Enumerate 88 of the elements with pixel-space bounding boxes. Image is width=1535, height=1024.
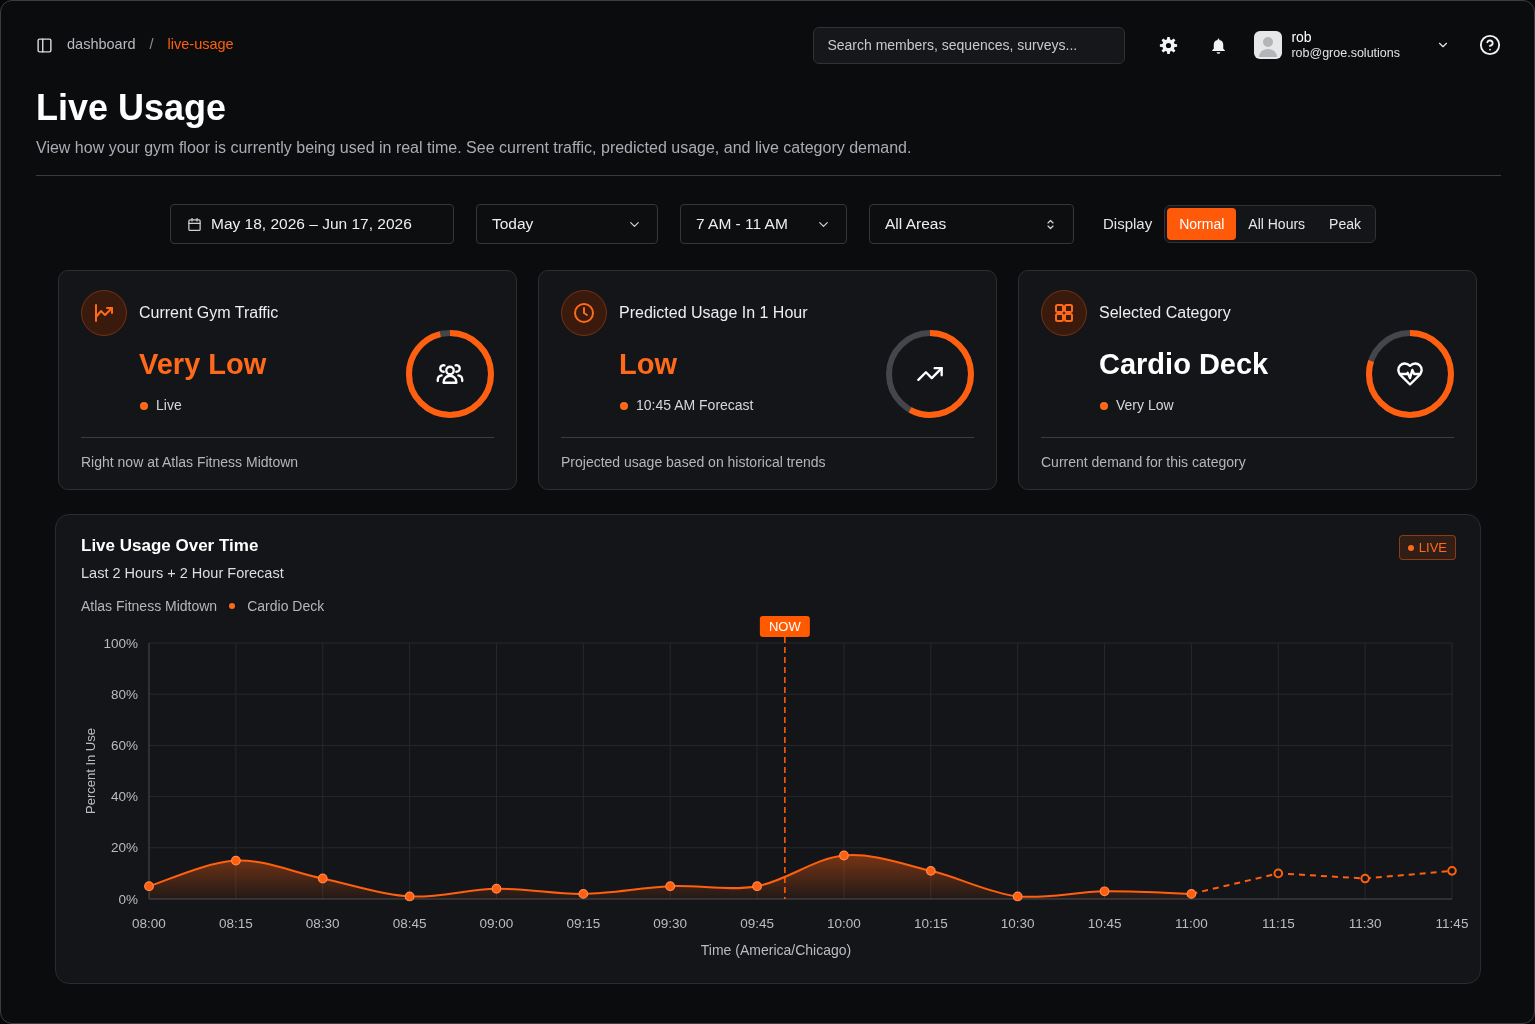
card-value: Cardio Deck <box>1099 347 1269 382</box>
breadcrumb-link[interactable]: live-usage <box>167 34 234 56</box>
card-title: Predicted Usage In 1 Hour <box>619 303 808 323</box>
y-axis-tick-label: 0% <box>118 891 138 907</box>
line-chart-icon <box>81 290 127 336</box>
card-status: Very Low <box>1116 396 1174 415</box>
x-axis-tick-label: 09:15 <box>566 916 601 931</box>
heart-pulse-icon <box>1396 360 1424 388</box>
card-title: Selected Category <box>1099 303 1231 323</box>
data-point <box>752 881 762 892</box>
card-status: Live <box>156 396 182 415</box>
display-label: Display <box>1103 213 1153 234</box>
chart-subtitle: Last 2 Hours + 2 Hour Forecast <box>81 564 285 583</box>
now-label: NOW <box>759 616 810 637</box>
y-axis-tick-label: 80% <box>110 686 138 702</box>
x-axis-tick-label: 09:45 <box>740 916 774 931</box>
data-point <box>578 889 589 899</box>
toggle-option[interactable]: Peak <box>1317 208 1373 240</box>
date-range-button[interactable]: May 18, 2026 – Jun 17, 2026 <box>170 204 454 244</box>
y-axis-tick-label: 100% <box>103 635 138 651</box>
live-dot-icon <box>1407 544 1414 551</box>
y-axis-tick-label: 60% <box>110 737 138 753</box>
chart-title: Live Usage Over Time <box>81 535 260 557</box>
sidebar-toggle-icon[interactable] <box>36 36 53 54</box>
y-axis-tick-label: 40% <box>110 789 138 805</box>
calendar-icon <box>187 216 202 232</box>
location-label: Atlas Fitness Midtown <box>81 597 218 616</box>
card-status: 10:45 AM Forecast <box>636 396 754 415</box>
legend-dot-icon <box>229 603 236 609</box>
settings-icon[interactable] <box>1159 35 1179 55</box>
data-point <box>144 881 154 892</box>
x-axis-tick-label: 08:30 <box>305 916 340 931</box>
x-axis-tick-label: 10:15 <box>913 916 948 931</box>
clock-icon <box>561 290 607 336</box>
user-name: rob <box>1291 29 1313 46</box>
x-axis-tick-label: 08:00 <box>132 916 166 931</box>
data-point <box>1186 889 1197 899</box>
select-field[interactable]: All Areas <box>869 204 1074 244</box>
user-email: rob@groe.solutions <box>1291 45 1400 61</box>
x-axis-tick-label: 10:30 <box>1000 916 1035 931</box>
forecast-point <box>1273 868 1284 879</box>
card-title: Current Gym Traffic <box>139 303 279 323</box>
x-axis-tick-label: 11:00 <box>1175 916 1208 931</box>
grid-icon <box>1041 290 1087 336</box>
card-footer: Projected usage based on historical trends <box>561 437 974 472</box>
forecast-point <box>1447 866 1457 876</box>
x-axis-tick-label: 09:00 <box>479 916 514 931</box>
x-axis-tick-label: 11:30 <box>1348 916 1382 931</box>
status-dot-icon <box>140 401 148 410</box>
search-field[interactable]: Search members, sequences, surveys... <box>813 26 1126 64</box>
page-title: Live Usage <box>36 86 228 129</box>
x-axis-tick-label: 08:15 <box>218 916 253 931</box>
x-axis-tick-label: 09:30 <box>653 916 688 931</box>
x-axis-tick-label: 11:15 <box>1261 916 1295 931</box>
forecast-point <box>1360 873 1370 884</box>
category-label: Cardio Deck <box>247 597 325 616</box>
data-point <box>665 881 676 892</box>
dropdown[interactable]: Today <box>476 204 658 244</box>
x-axis-tick-label: 10:45 <box>1087 916 1122 931</box>
data-point <box>317 873 328 884</box>
page-description: View how your gym floor is currently being used in real time. See current traffic, predicted usage, and live category demand. <box>36 138 913 158</box>
data-point <box>230 855 241 866</box>
data-point <box>1099 886 1110 897</box>
data-point <box>491 883 502 894</box>
data-point <box>1012 891 1023 902</box>
breadcrumb-separator: / <box>149 35 154 55</box>
x-axis-title: Time (America/Chicago) <box>700 942 852 958</box>
card-footer: Right now at Atlas Fitness Midtown <box>81 437 494 472</box>
y-axis-title: Percent In Use <box>82 728 98 814</box>
x-axis-tick-label: 08:45 <box>392 916 427 931</box>
card-footer: Current demand for this category <box>1041 437 1454 472</box>
data-point <box>404 891 415 902</box>
toggle-option[interactable]: All Hours <box>1236 208 1318 240</box>
help-icon[interactable] <box>1479 34 1501 56</box>
dropdown[interactable]: 7 AM - 11 AM <box>680 204 847 244</box>
avatar-icon[interactable] <box>1254 31 1283 59</box>
live-label: LIVE <box>1418 538 1447 557</box>
breadcrumb-link[interactable]: dashboard <box>67 34 136 56</box>
card-value: Low <box>619 347 678 382</box>
x-axis-tick-label: 10:00 <box>827 916 861 931</box>
status-dot-icon <box>1100 401 1108 410</box>
card-value: Very Low <box>139 347 268 382</box>
x-axis-tick-label: 11:45 <box>1435 916 1469 931</box>
data-point <box>839 850 849 861</box>
data-point <box>925 865 936 876</box>
y-axis-tick-label: 20% <box>110 840 138 856</box>
status-dot-icon <box>620 401 628 410</box>
ref-line-label: NOW <box>768 619 802 634</box>
